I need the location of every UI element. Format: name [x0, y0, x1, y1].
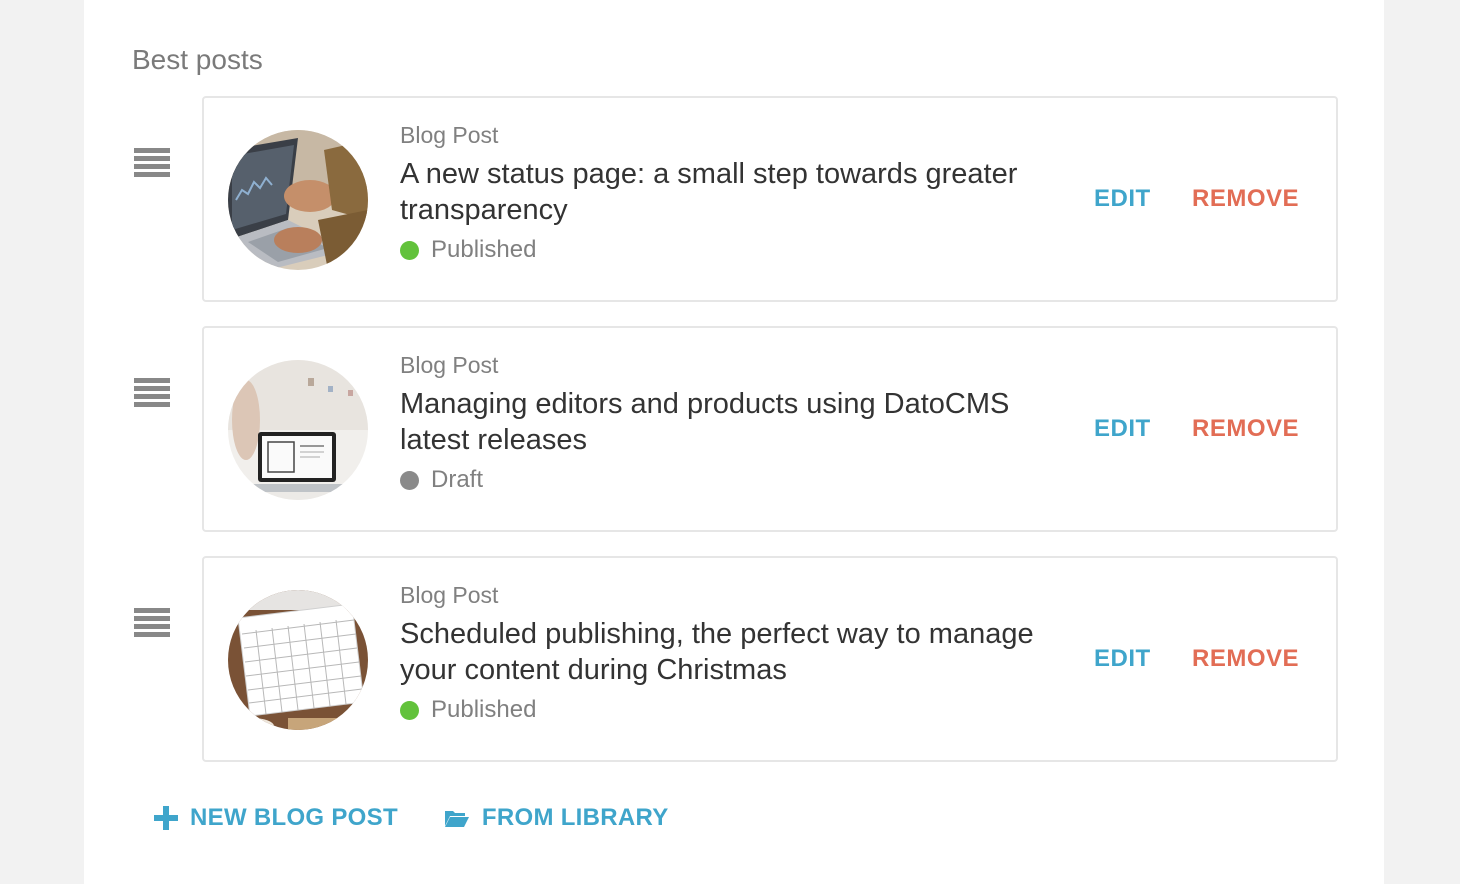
post-info: Blog Post A new status page: a small ste…: [400, 120, 1080, 268]
post-kind: Blog Post: [400, 352, 499, 378]
new-blog-post-button[interactable]: NEW BLOG POST: [154, 804, 398, 832]
status-badge: Draft: [400, 462, 1080, 498]
plus-icon: [154, 806, 178, 830]
post-kind: Blog Post: [400, 122, 499, 148]
drag-handle-icon[interactable]: [134, 608, 170, 638]
edit-button[interactable]: EDIT: [1094, 184, 1151, 214]
status-dot-icon: [400, 700, 419, 720]
post-info: Blog Post Managing editors and products …: [400, 350, 1080, 498]
post-row: Blog Post A new status page: a small ste…: [84, 96, 1384, 302]
post-thumbnail: [228, 130, 368, 270]
edit-button[interactable]: EDIT: [1094, 644, 1151, 674]
folder-open-icon: [444, 808, 470, 828]
drag-handle-icon[interactable]: [134, 378, 170, 408]
post-row: Blog Post Scheduled publishing, the perf…: [84, 556, 1384, 762]
footer-actions: NEW BLOG POST FROM LIBRARY: [154, 800, 715, 836]
best-posts-panel: Best posts Blog Post A new status page: …: [84, 0, 1384, 884]
status-label: Published: [431, 696, 537, 723]
post-card: Blog Post A new status page: a small ste…: [202, 96, 1338, 302]
post-card: Blog Post Scheduled publishing, the perf…: [202, 556, 1338, 762]
remove-button[interactable]: REMOVE: [1192, 184, 1299, 214]
status-label: Draft: [431, 466, 484, 493]
post-title: Managing editors and products using Dato…: [400, 388, 1010, 456]
from-library-label: FROM LIBRARY: [481, 804, 669, 831]
drag-handle-icon[interactable]: [134, 148, 170, 178]
post-kind: Blog Post: [400, 582, 499, 608]
post-card: Blog Post Managing editors and products …: [202, 326, 1338, 532]
status-dot-icon: [400, 470, 419, 490]
status-dot-icon: [400, 240, 419, 260]
post-title: A new status page: a small step towards …: [400, 158, 1018, 226]
edit-button[interactable]: EDIT: [1094, 414, 1151, 444]
new-blog-post-label: NEW BLOG POST: [190, 804, 398, 831]
post-thumbnail: [228, 360, 368, 500]
status-badge: Published: [400, 692, 1080, 728]
post-title: Scheduled publishing, the perfect way to…: [400, 618, 1034, 686]
remove-button[interactable]: REMOVE: [1192, 644, 1299, 674]
post-thumbnail: [228, 590, 368, 730]
post-info: Blog Post Scheduled publishing, the perf…: [400, 580, 1080, 728]
status-badge: Published: [400, 232, 1080, 268]
status-label: Published: [431, 236, 537, 263]
from-library-button[interactable]: FROM LIBRARY: [444, 804, 669, 832]
remove-button[interactable]: REMOVE: [1192, 414, 1299, 444]
section-title: Best posts: [132, 44, 263, 75]
post-row: Blog Post Managing editors and products …: [84, 326, 1384, 532]
